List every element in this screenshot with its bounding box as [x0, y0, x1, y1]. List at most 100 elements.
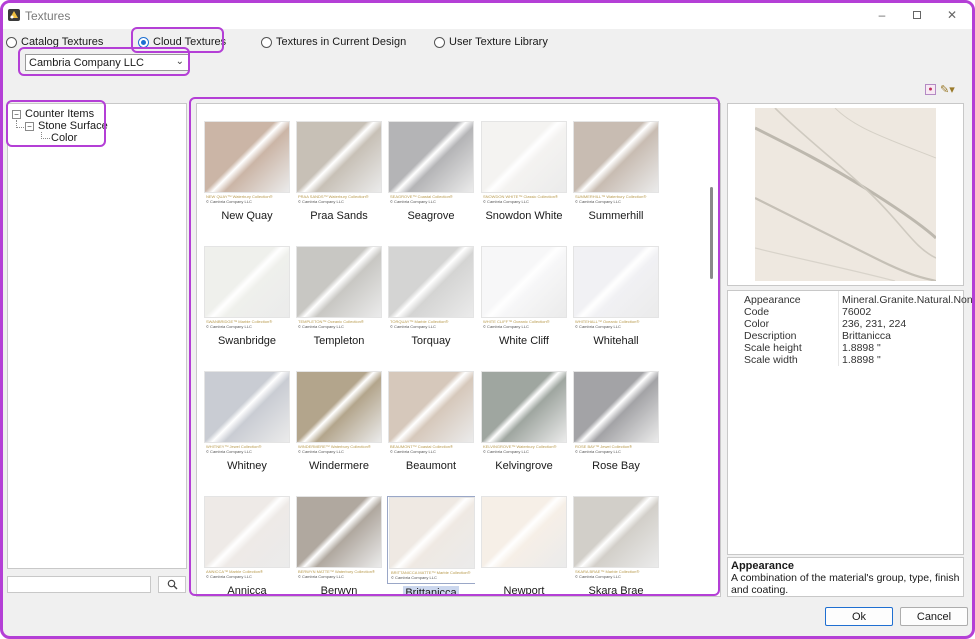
texture-caption: SEAGROVE™ Coastal Collection® © Cambria C… — [388, 193, 474, 207]
texture-name: Whitney — [227, 460, 267, 472]
texture-swatch — [481, 371, 567, 443]
radio-button[interactable] — [6, 36, 17, 48]
texture-tile-frame: WHITE CLIFF™ Oceanic Collection® © Cambri… — [480, 246, 568, 332]
texture-tile[interactable]: KELVINGROVE™ Waterbury Collection® © Camb… — [480, 371, 568, 472]
radio-button[interactable] — [261, 36, 272, 48]
description-text: A combination of the material's group, t… — [731, 572, 960, 596]
texture-name: Skara Brae — [588, 585, 644, 597]
tree-item-stone-surface[interactable]: − Stone Surface — [25, 120, 108, 132]
property-row: Color 236, 231, 224 — [728, 318, 963, 330]
cancel-button[interactable]: Cancel — [900, 607, 968, 626]
texture-name: Swanbridge — [217, 335, 277, 347]
texture-caption: KELVINGROVE™ Waterbury Collection® © Camb… — [481, 443, 567, 457]
minimize-button[interactable]: – — [865, 5, 899, 25]
texture-tile[interactable]: WHITNEY™ Jewel Collection® © Cambria Comp… — [203, 371, 291, 472]
texture-swatch — [388, 121, 474, 193]
tree-item-label: Stone Surface — [38, 120, 108, 132]
texture-tile[interactable]: WHITE CLIFF™ Oceanic Collection® © Cambri… — [480, 246, 568, 347]
radio-textures-in-current-design[interactable]: Textures in Current Design — [261, 32, 406, 52]
ruler-dropdown-icon[interactable]: ✎▾ — [940, 83, 955, 96]
search-input[interactable] — [7, 576, 151, 593]
radio-user-texture-library[interactable]: User Texture Library — [434, 32, 548, 52]
texture-name-label: Beaumont — [387, 460, 475, 472]
property-value: 1.8898 " — [842, 354, 881, 366]
search-button[interactable] — [158, 576, 186, 593]
texture-caption: BEAUMONT™ Coastal Collection® © Cambria C… — [388, 443, 474, 457]
texture-maker-label: © Cambria Company LLC — [298, 574, 344, 579]
texture-name: Newport — [503, 585, 545, 597]
ok-button[interactable]: Ok — [825, 607, 893, 626]
collapse-icon[interactable]: − — [12, 109, 21, 119]
texture-tile[interactable]: SKARA BRAE™ Marble Collection® © Cambria … — [572, 496, 660, 597]
texture-tile-frame: WHITEHALL™ Oceanic Collection® © Cambria … — [572, 246, 660, 332]
grid-scrollbar[interactable] — [708, 107, 716, 591]
radio-label: Textures in Current Design — [276, 36, 407, 48]
texture-maker-label: © Cambria Company LLC — [298, 449, 344, 454]
radio-button-selected[interactable] — [138, 36, 149, 48]
texture-name: Snowdon White — [485, 210, 563, 222]
texture-toolbar: ● ✎▾ — [925, 83, 955, 96]
texture-maker-label: © Cambria Company LLC — [206, 449, 252, 454]
texture-app-icon — [8, 9, 20, 21]
radio-catalog-textures[interactable]: Catalog Textures — [6, 32, 103, 52]
texture-tile[interactable]: BRITTANICCA MATTE™ Marble Collection® © C… — [387, 496, 475, 596]
texture-swatch — [296, 246, 382, 318]
company-dropdown-value: Cambria Company LLC — [29, 56, 144, 69]
radio-button[interactable] — [434, 36, 445, 48]
texture-tile[interactable]: ANNICCA™ Marble Collection® © Cambria Com… — [203, 496, 291, 596]
tree-item-counter-items[interactable]: − Counter Items — [12, 108, 94, 120]
property-row: Code 76002 — [728, 306, 963, 318]
texture-maker-label: © Cambria Company LLC — [483, 199, 529, 204]
texture-maker-label: © Cambria Company LLC — [206, 574, 252, 579]
texture-tile[interactable]: SEAGROVE™ Coastal Collection® © Cambria C… — [387, 121, 475, 222]
property-key: Scale height — [744, 342, 802, 354]
texture-tile-frame: TEMPLETON™ Oceanic Collection® © Cambria … — [295, 246, 383, 332]
properties-panel: Appearance Mineral.Granite.Natural.None … — [727, 290, 972, 555]
texture-swatch — [481, 121, 567, 193]
texture-caption: SNOWDON WHITE™ Classic Collection® © Camb… — [481, 193, 567, 207]
company-dropdown[interactable]: Cambria Company LLC ⌄ — [25, 54, 189, 71]
texture-tile[interactable]: TEMPLETON™ Oceanic Collection® © Cambria … — [295, 246, 383, 347]
texture-caption: BERWYN MATTE™ Waterbury Collection® © Cam… — [296, 568, 382, 582]
tree-item-color[interactable]: Color — [51, 132, 77, 144]
texture-maker-label: © Cambria Company LLC — [390, 449, 436, 454]
texture-name: Windermere — [309, 460, 369, 472]
collapse-icon[interactable]: − — [25, 121, 34, 131]
texture-caption: WINDERMERE™ Waterbury Collection® © Cambr… — [296, 443, 382, 457]
radio-cloud-textures[interactable]: Cloud Textures — [138, 32, 226, 52]
texture-tile[interactable]: BERWYN MATTE™ Waterbury Collection® © Cam… — [295, 496, 383, 597]
title-bar: Textures – ✕ — [3, 3, 972, 29]
texture-maker-label: © Cambria Company LLC — [575, 324, 621, 329]
texture-caption: ROSE BAY™ Jewel Collection® © Cambria Com… — [573, 443, 659, 457]
texture-tile[interactable]: BEAUMONT™ Coastal Collection® © Cambria C… — [387, 371, 475, 472]
texture-swatch — [481, 496, 567, 568]
texture-name-label: White Cliff — [480, 335, 568, 347]
texture-maker-label: © Cambria Company LLC — [483, 324, 529, 329]
texture-tile[interactable]: SNOWDON WHITE™ Classic Collection® © Camb… — [480, 121, 568, 222]
property-value: 76002 — [842, 306, 872, 318]
texture-tile[interactable]: Newport — [480, 496, 568, 597]
texture-name: New Quay — [221, 210, 273, 222]
close-button[interactable]: ✕ — [935, 5, 969, 25]
texture-tile[interactable]: NEW QUAY™ Waterbury Collection® © Cambria… — [203, 121, 291, 222]
texture-tile[interactable]: SUMMERHILL™ Waterbury Collection® © Cambr… — [572, 121, 660, 222]
texture-tile-frame: ROSE BAY™ Jewel Collection® © Cambria Com… — [572, 371, 660, 457]
maximize-button[interactable] — [900, 5, 934, 25]
texture-add-icon[interactable]: ● — [925, 84, 936, 95]
texture-swatch — [204, 496, 290, 568]
texture-swatch — [573, 371, 659, 443]
tree-connector — [41, 132, 50, 139]
texture-tile[interactable]: PRAA SANDS™ Waterbury Collection® © Cambr… — [295, 121, 383, 222]
scroll-thumb[interactable] — [710, 187, 713, 279]
texture-tile[interactable]: SWANBRIDGE™ Marble Collection® © Cambria … — [203, 246, 291, 347]
texture-name: Praa Sands — [310, 210, 368, 222]
texture-maker-label: © Cambria Company LLC — [390, 324, 436, 329]
texture-maker-label: © Cambria Company LLC — [298, 199, 344, 204]
texture-tile[interactable]: WINDERMERE™ Waterbury Collection® © Cambr… — [295, 371, 383, 472]
texture-name: Berwyn — [320, 585, 358, 597]
texture-tile[interactable]: ROSE BAY™ Jewel Collection® © Cambria Com… — [572, 371, 660, 472]
texture-tile[interactable]: TORQUAY™ Marble Collection® © Cambria Com… — [387, 246, 475, 347]
texture-tile-frame: KELVINGROVE™ Waterbury Collection® © Camb… — [480, 371, 568, 457]
texture-tile[interactable]: WHITEHALL™ Oceanic Collection® © Cambria … — [572, 246, 660, 347]
texture-tile-frame: BERWYN MATTE™ Waterbury Collection® © Cam… — [295, 496, 383, 582]
